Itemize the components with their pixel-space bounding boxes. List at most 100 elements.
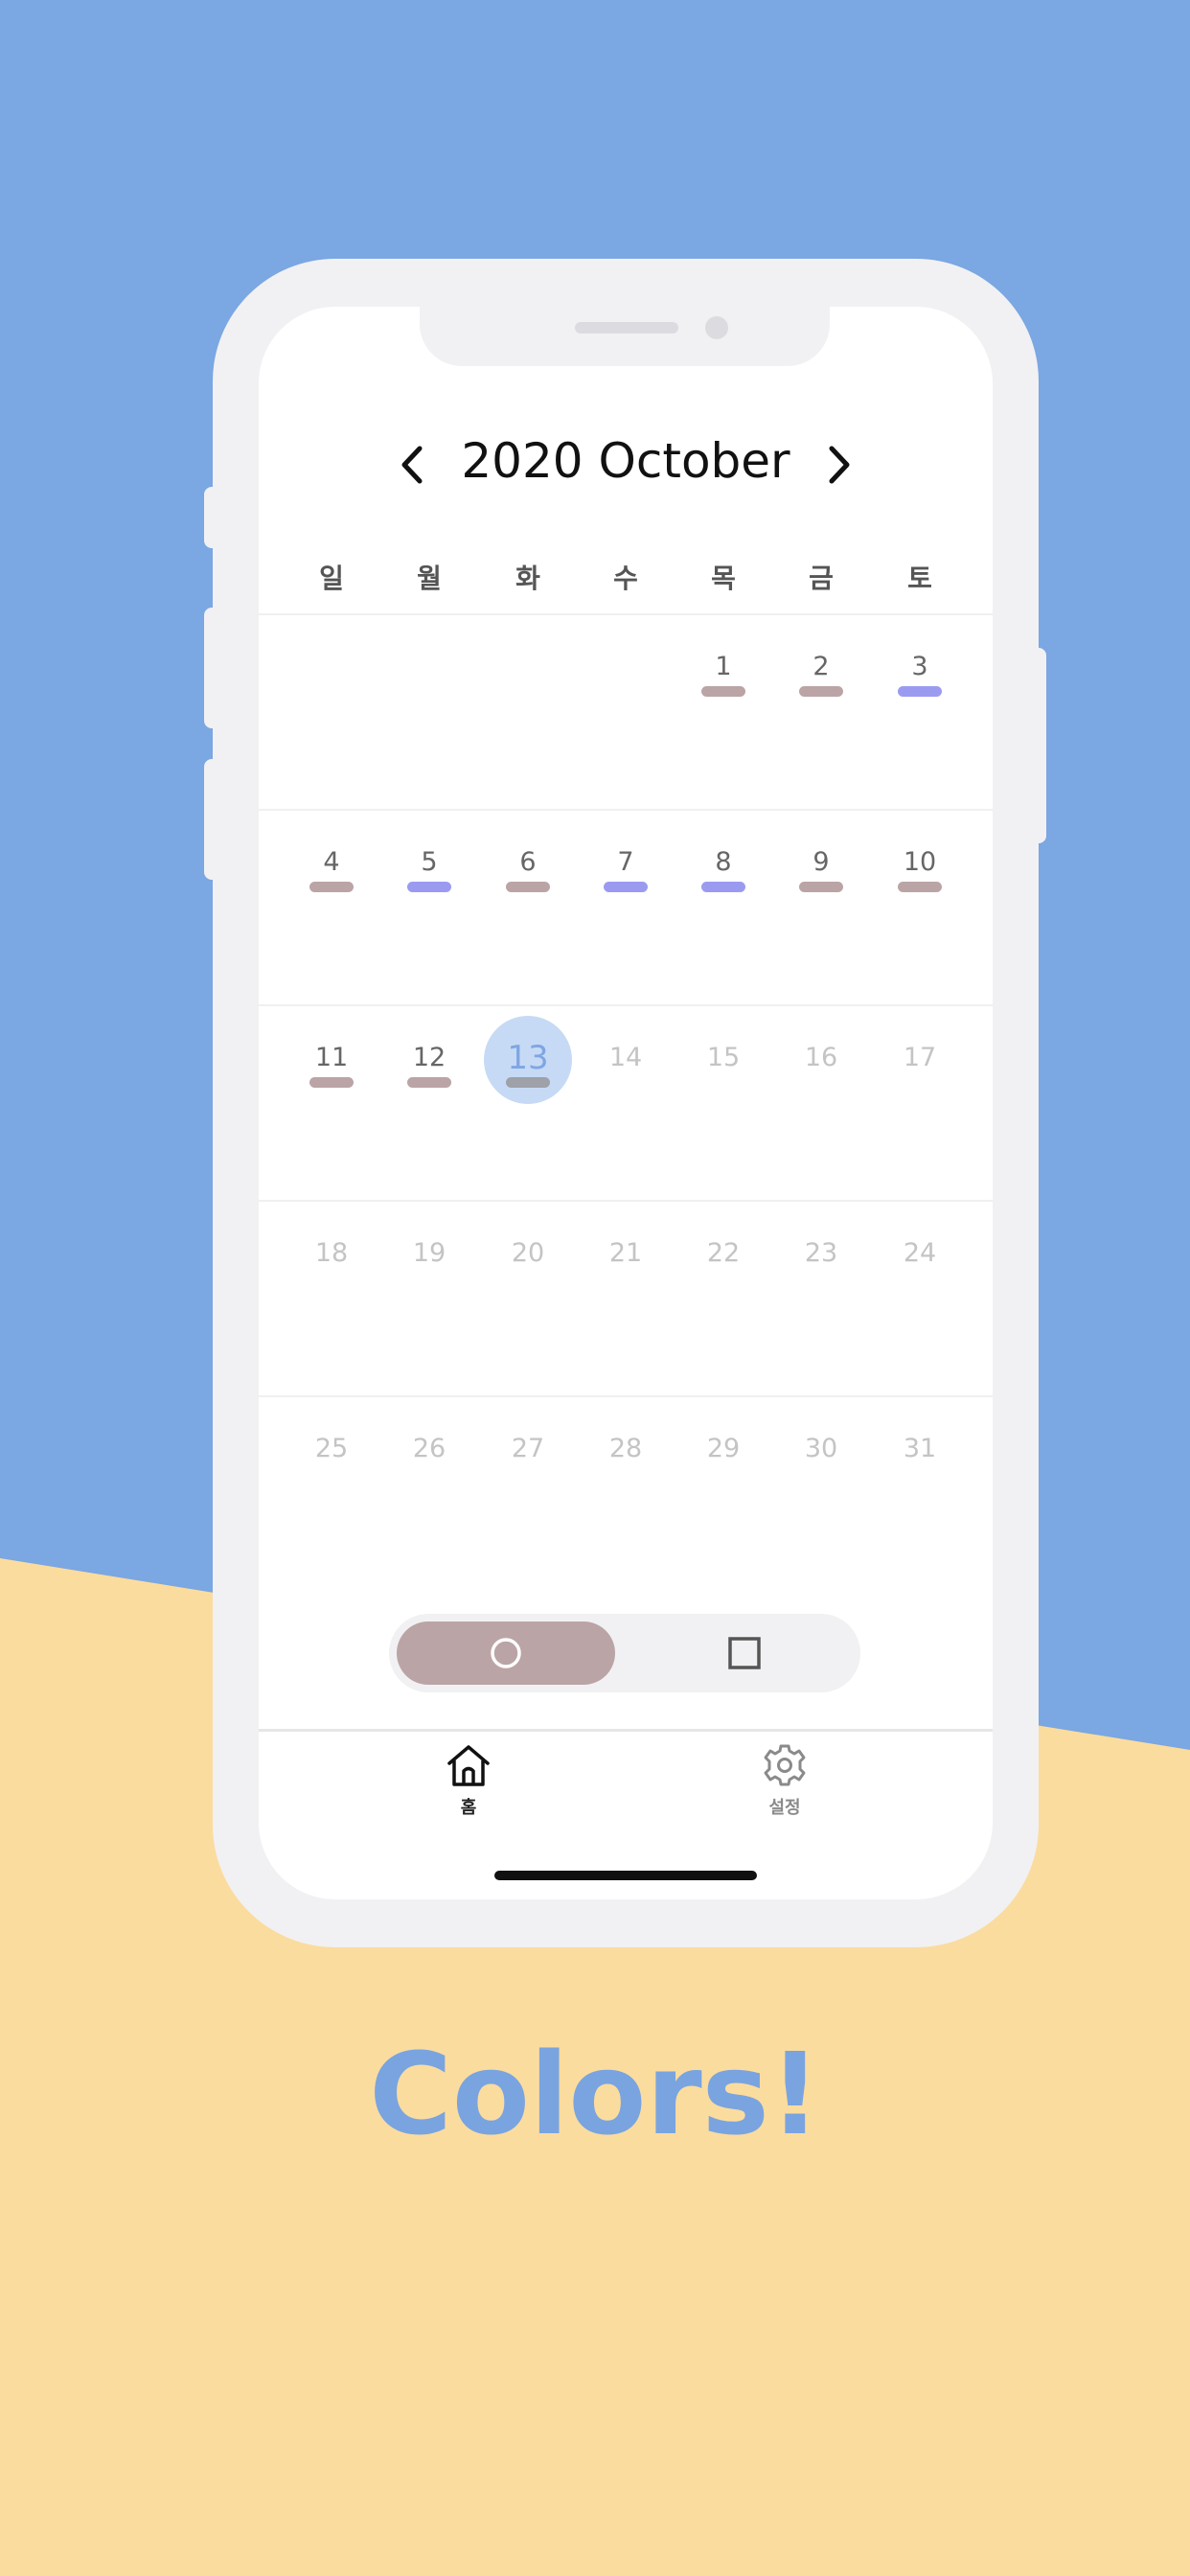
chevron-left-icon — [401, 446, 423, 484]
day-number: 24 — [903, 1238, 937, 1268]
calendar-day — [577, 648, 675, 705]
next-month-button[interactable] — [816, 441, 858, 489]
calendar-day[interactable]: 19 — [380, 1234, 478, 1292]
circle-icon — [491, 1638, 521, 1668]
calendar-day[interactable]: 16 — [772, 1039, 870, 1096]
day-number: 13 — [507, 1039, 549, 1077]
calendar-day[interactable]: 24 — [871, 1234, 969, 1292]
calendar-day[interactable]: 26 — [380, 1430, 478, 1487]
week-divider — [259, 1200, 993, 1202]
speaker-grille — [575, 322, 678, 334]
day-color-mark — [701, 882, 745, 892]
gear-icon — [764, 1744, 806, 1786]
weekday-mon: 월 — [417, 563, 442, 594]
calendar-day[interactable]: 20 — [479, 1234, 577, 1292]
calendar-day[interactable]: 12 — [380, 1039, 478, 1096]
calendar-day[interactable]: 7 — [577, 843, 675, 901]
square-option-button[interactable] — [634, 1622, 853, 1685]
calendar-day[interactable]: 30 — [772, 1430, 870, 1487]
weekday-sat: 토 — [907, 563, 932, 594]
calendar-day[interactable]: 8 — [675, 843, 772, 901]
calendar-day[interactable]: 18 — [283, 1234, 380, 1292]
calendar-day[interactable]: 17 — [871, 1039, 969, 1096]
day-number: 19 — [412, 1238, 446, 1268]
day-number: 4 — [323, 847, 340, 877]
day-number: 31 — [903, 1434, 937, 1463]
day-number: 1 — [715, 652, 732, 681]
weekday-thu: 목 — [711, 563, 736, 594]
calendar-day[interactable]: 22 — [675, 1234, 772, 1292]
calendar-day[interactable]: 5 — [380, 843, 478, 901]
calendar-day[interactable]: 21 — [577, 1234, 675, 1292]
calendar-day[interactable]: 25 — [283, 1430, 380, 1487]
day-color-mark — [309, 882, 354, 892]
tagline: Colors! — [369, 2028, 821, 2160]
square-icon — [728, 1637, 761, 1669]
day-number: 2 — [812, 652, 830, 681]
previous-month-button[interactable] — [393, 441, 435, 489]
calendar-day[interactable]: 4 — [283, 843, 380, 901]
calendar-day — [380, 648, 478, 705]
calendar-day[interactable]: 11 — [283, 1039, 380, 1096]
day-number: 16 — [804, 1043, 838, 1072]
day-number: 27 — [511, 1434, 545, 1463]
day-number: 28 — [608, 1434, 643, 1463]
day-number: 5 — [421, 847, 438, 877]
day-color-mark — [506, 882, 550, 892]
calendar-day[interactable]: 23 — [772, 1234, 870, 1292]
day-number: 7 — [617, 847, 634, 877]
calendar-day[interactable]: 10 — [871, 843, 969, 901]
week-divider — [259, 1004, 993, 1006]
day-number: 30 — [804, 1434, 838, 1463]
day-color-mark — [604, 882, 648, 892]
week-divider — [259, 613, 993, 615]
day-number: 8 — [715, 847, 732, 877]
month-title: 2020 October — [461, 433, 790, 489]
day-color-mark — [799, 686, 843, 697]
weekday-sun: 일 — [319, 563, 344, 594]
week-divider — [259, 809, 993, 811]
tab-home[interactable]: 홈 — [411, 1742, 526, 1828]
front-camera — [705, 316, 728, 339]
day-number: 12 — [412, 1043, 446, 1072]
chevron-right-icon — [829, 446, 850, 484]
calendar-day[interactable]: 14 — [577, 1039, 675, 1096]
tab-settings-label: 설정 — [768, 1798, 801, 1818]
day-color-mark — [407, 1077, 451, 1088]
day-color-mark — [309, 1077, 354, 1088]
home-indicator — [494, 1871, 757, 1880]
calendar-day[interactable]: 31 — [871, 1430, 969, 1487]
tab-home-label: 홈 — [460, 1798, 477, 1818]
calendar-day[interactable]: 28 — [577, 1430, 675, 1487]
day-number: 25 — [314, 1434, 349, 1463]
calendar-day[interactable]: 9 — [772, 843, 870, 901]
calendar-day[interactable]: 29 — [675, 1430, 772, 1487]
day-number: 14 — [608, 1043, 643, 1072]
day-color-mark — [506, 1077, 550, 1088]
day-color-mark — [407, 882, 451, 892]
day-number: 22 — [706, 1238, 741, 1268]
calendar-day[interactable]: 6 — [479, 843, 577, 901]
day-number: 9 — [812, 847, 830, 877]
calendar-day[interactable]: 3 — [871, 648, 969, 705]
day-number: 20 — [511, 1238, 545, 1268]
day-number: 29 — [706, 1434, 741, 1463]
calendar-day — [479, 648, 577, 705]
day-number: 3 — [911, 652, 928, 681]
calendar-day — [283, 648, 380, 705]
circle-option-button[interactable] — [397, 1622, 615, 1685]
calendar-header: 2020 October — [259, 422, 993, 508]
day-color-mark — [898, 882, 942, 892]
day-color-mark — [898, 686, 942, 697]
calendar-day[interactable]: 15 — [675, 1039, 772, 1096]
mark-shape-toggle — [389, 1614, 860, 1692]
tab-bar-divider — [259, 1729, 993, 1732]
tab-settings[interactable]: 설정 — [727, 1742, 842, 1828]
weekday-row: 일 월 화 수 목 금 토 — [259, 558, 993, 600]
calendar-day[interactable]: 1 — [675, 648, 772, 705]
weekday-fri: 금 — [809, 563, 834, 594]
day-number: 15 — [706, 1043, 741, 1072]
day-number: 6 — [519, 847, 537, 877]
calendar-day[interactable]: 2 — [772, 648, 870, 705]
calendar-day[interactable]: 27 — [479, 1430, 577, 1487]
